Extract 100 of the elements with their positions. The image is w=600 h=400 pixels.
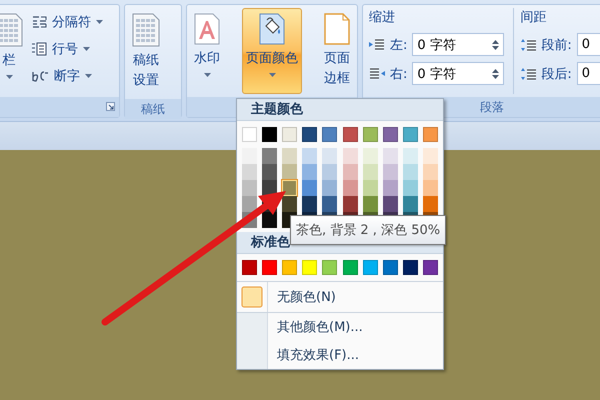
color-swatch[interactable]: [282, 260, 298, 275]
color-swatch[interactable]: [422, 148, 438, 164]
menu-item[interactable]: 无颜色(N): [268, 282, 443, 312]
color-swatch[interactable]: [242, 180, 257, 196]
color-swatch[interactable]: [322, 148, 338, 164]
color-swatch[interactable]: [262, 127, 278, 142]
color-swatch[interactable]: [362, 196, 378, 212]
indent-left-icon: [369, 38, 385, 50]
spinner-arrows-icon: [492, 68, 500, 80]
color-swatch[interactable]: [302, 148, 318, 164]
color-swatch[interactable]: [242, 148, 257, 164]
grid-document-icon: [132, 13, 160, 47]
spinner-field[interactable]: 0: [576, 33, 600, 56]
ribbon-button[interactable]: 断字: [27, 64, 107, 88]
color-swatch[interactable]: [382, 180, 398, 196]
no-color-swatch-icon: [241, 286, 263, 308]
caret-icon: [85, 74, 92, 78]
color-swatch[interactable]: [402, 180, 418, 196]
section-heading: 间距: [520, 9, 548, 27]
color-swatch[interactable]: [402, 260, 418, 275]
spinner-field[interactable]: 0: [576, 62, 600, 85]
color-swatch[interactable]: [242, 196, 257, 212]
color-swatch[interactable]: [342, 164, 358, 180]
color-swatch[interactable]: [422, 180, 438, 196]
caret-icon: [6, 75, 12, 80]
color-swatch[interactable]: [422, 127, 438, 142]
tooltip: 茶色, 背景 2 , 深色 50%: [290, 215, 446, 245]
color-swatch[interactable]: [422, 260, 438, 275]
ribbon-button[interactable]: 页面颜色: [242, 8, 302, 94]
color-swatch[interactable]: [302, 260, 318, 275]
color-swatch[interactable]: [242, 164, 257, 180]
field-label: 左:: [390, 36, 408, 54]
spacing-after-icon: [520, 68, 536, 80]
color-swatch[interactable]: [302, 164, 318, 180]
color-swatch[interactable]: [402, 164, 418, 180]
ribbon-button[interactable]: 分隔符: [27, 10, 107, 34]
color-swatch[interactable]: [362, 164, 378, 180]
color-swatch[interactable]: [382, 148, 398, 164]
color-swatch[interactable]: [382, 196, 398, 212]
menu-item[interactable]: 填充效果(F)...: [268, 341, 443, 369]
color-swatch[interactable]: [322, 127, 338, 142]
watermark-document-icon: [194, 13, 220, 45]
field-label: 右:: [390, 66, 408, 82]
document-icon: [0, 13, 23, 47]
color-swatch[interactable]: [302, 180, 318, 196]
color-swatch[interactable]: [342, 196, 358, 212]
color-swatch[interactable]: [422, 164, 438, 180]
color-swatch[interactable]: [402, 148, 418, 164]
color-swatch[interactable]: [322, 180, 338, 196]
color-swatch[interactable]: [302, 196, 318, 212]
spinner-field[interactable]: 0 字符: [412, 33, 504, 56]
ribbon-button[interactable]: 水印: [190, 8, 224, 94]
color-swatch[interactable]: [302, 127, 318, 142]
color-swatch[interactable]: [262, 260, 278, 275]
menu-icon-gutter: [237, 341, 268, 369]
page-document-icon: [324, 13, 350, 45]
color-swatch[interactable]: [342, 148, 358, 164]
paint-bucket-document-icon: [259, 13, 285, 45]
color-swatch[interactable]: [362, 127, 378, 142]
color-swatch[interactable]: [262, 164, 278, 180]
color-swatch[interactable]: [322, 196, 338, 212]
spinner-arrows-icon: [492, 38, 500, 50]
color-swatch[interactable]: [422, 196, 438, 212]
spacing-before-icon: [520, 38, 536, 50]
spinner-field[interactable]: 0 字符: [412, 62, 504, 85]
color-swatch[interactable]: [362, 260, 378, 275]
color-swatch[interactable]: [382, 260, 398, 275]
ribbon-button[interactable]: 行号: [27, 37, 107, 61]
columns-button[interactable]: 栏: [0, 8, 24, 94]
color-swatch[interactable]: [322, 164, 338, 180]
color-swatch[interactable]: [322, 260, 338, 275]
color-swatch[interactable]: [382, 164, 398, 180]
ribbon-button[interactable]: 页面 边框: [320, 8, 354, 94]
dialog-launcher-icon: [106, 102, 115, 111]
page-break-icon: [31, 15, 47, 29]
menu-item[interactable]: 其他颜色(M)...: [268, 313, 443, 341]
indent-right-icon: [369, 68, 385, 80]
color-swatch[interactable]: [282, 180, 298, 196]
color-swatch[interactable]: [362, 180, 378, 196]
color-swatch[interactable]: [242, 127, 257, 142]
color-swatch[interactable]: [342, 180, 358, 196]
color-swatch[interactable]: [382, 127, 398, 142]
color-swatch[interactable]: [282, 196, 298, 212]
color-swatch[interactable]: [262, 212, 278, 228]
color-swatch[interactable]: [282, 148, 298, 164]
group-label: 稿纸: [141, 102, 165, 116]
color-swatch[interactable]: [402, 196, 418, 212]
color-swatch[interactable]: [242, 260, 257, 275]
color-swatch[interactable]: [282, 164, 298, 180]
color-swatch[interactable]: [282, 127, 298, 142]
color-swatch[interactable]: [342, 260, 358, 275]
color-swatch[interactable]: [262, 148, 278, 164]
ribbon-button[interactable]: 稿纸 设置: [128, 8, 164, 96]
color-swatch[interactable]: [342, 127, 358, 142]
color-swatch[interactable]: [362, 148, 378, 164]
menu-heading: 主题颜色: [237, 99, 443, 121]
field-label: 段前:: [541, 36, 572, 54]
hyphenation-icon: [31, 69, 49, 83]
color-swatch[interactable]: [402, 127, 418, 142]
caret-icon: [96, 20, 103, 24]
